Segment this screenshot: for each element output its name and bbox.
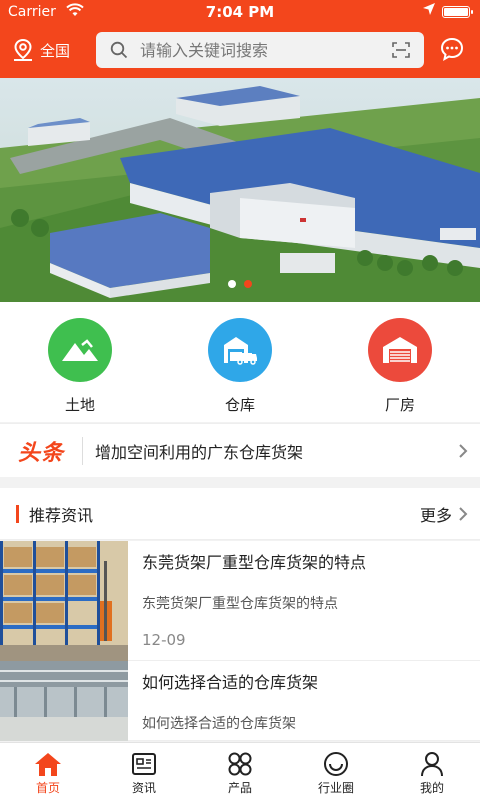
status-time: 7:04 PM (205, 3, 275, 21)
tab-news[interactable]: 资讯 (96, 743, 192, 800)
location-pin-icon (14, 38, 32, 61)
news-thumbnail (0, 541, 128, 661)
category-warehouse[interactable]: 仓库 (160, 302, 320, 422)
news-item[interactable]: 如何选择合适的仓库货架 如何选择合适的仓库货架 (0, 661, 480, 741)
tab-label: 我的 (419, 781, 444, 795)
news-title[interactable]: 东莞货架厂重型仓库货架的特点 (142, 549, 366, 573)
section-title: 推荐资讯 (29, 505, 94, 525)
factory-garage-icon (368, 318, 432, 382)
search-icon (110, 41, 128, 59)
news-description: 如何选择合适的仓库货架 (142, 716, 296, 732)
warehouse-truck-icon (208, 318, 272, 382)
scan-icon[interactable] (392, 42, 410, 58)
category-factory[interactable]: 厂房 (320, 302, 480, 422)
status-bar: Carrier 7:04 PM (0, 0, 480, 26)
tab-profile[interactable]: 我的 (384, 743, 480, 800)
tab-label: 行业圈 (317, 781, 354, 795)
location-arrow-icon (422, 2, 436, 20)
bottom-tab-bar: 首页 资讯 产品 行业圈 我的 (0, 742, 480, 800)
news-title[interactable]: 如何选择合适的仓库货架 (142, 669, 318, 693)
chevron-right-icon[interactable] (458, 443, 468, 459)
battery-icon (442, 6, 473, 18)
user-icon (421, 752, 443, 777)
headline-logo: 头条 (18, 440, 65, 466)
news-icon (132, 753, 156, 775)
tab-label: 首页 (35, 781, 60, 795)
top-header: Carrier 7:04 PM 全国 (0, 0, 480, 78)
search-input[interactable] (140, 40, 370, 60)
tab-label: 资讯 (131, 781, 156, 795)
section-accent-bar (16, 504, 19, 523)
more-link[interactable]: 更多 (420, 502, 452, 526)
tab-label: 产品 (227, 781, 252, 795)
banner-carousel[interactable] (0, 78, 480, 302)
tab-home[interactable]: 首页 (0, 743, 96, 800)
carousel-dots[interactable] (0, 280, 480, 288)
mountain-icon (48, 318, 112, 382)
tab-products[interactable]: 产品 (192, 743, 288, 800)
news-date: 12-09 (142, 631, 186, 649)
headline-text[interactable]: 增加空间利用的广东仓库货架 (95, 439, 458, 463)
region-label: 全国 (40, 41, 71, 60)
tab-industry[interactable]: 行业圈 (288, 743, 384, 800)
chevron-right-icon[interactable] (458, 506, 468, 522)
smile-icon (324, 752, 348, 776)
region-selector[interactable]: 全国 (12, 34, 70, 66)
news-item[interactable]: 东莞货架厂重型仓库货架的特点 东莞货架厂重型仓库货架的特点 12-09 (0, 541, 480, 661)
category-label: 厂房 (384, 396, 415, 414)
news-thumbnail (0, 661, 128, 741)
warehouse-banner-image (0, 78, 480, 302)
category-label: 土地 (64, 396, 95, 414)
divider (82, 436, 84, 465)
products-icon (228, 752, 252, 776)
category-label: 仓库 (224, 396, 255, 414)
carousel-dot[interactable] (228, 280, 236, 288)
headline-ticker[interactable]: 头条 增加空间利用的广东仓库货架 (0, 423, 480, 477)
recommend-section-header: 推荐资讯 更多 (0, 488, 480, 540)
news-description: 东莞货架厂重型仓库货架的特点 (142, 596, 338, 612)
category-land[interactable]: 土地 (0, 302, 160, 422)
search-bar[interactable] (96, 32, 424, 68)
carousel-dot-active[interactable] (244, 280, 252, 288)
home-icon (35, 753, 61, 776)
category-row: 土地 仓库 厂房 (0, 302, 480, 422)
message-icon[interactable] (440, 37, 464, 61)
